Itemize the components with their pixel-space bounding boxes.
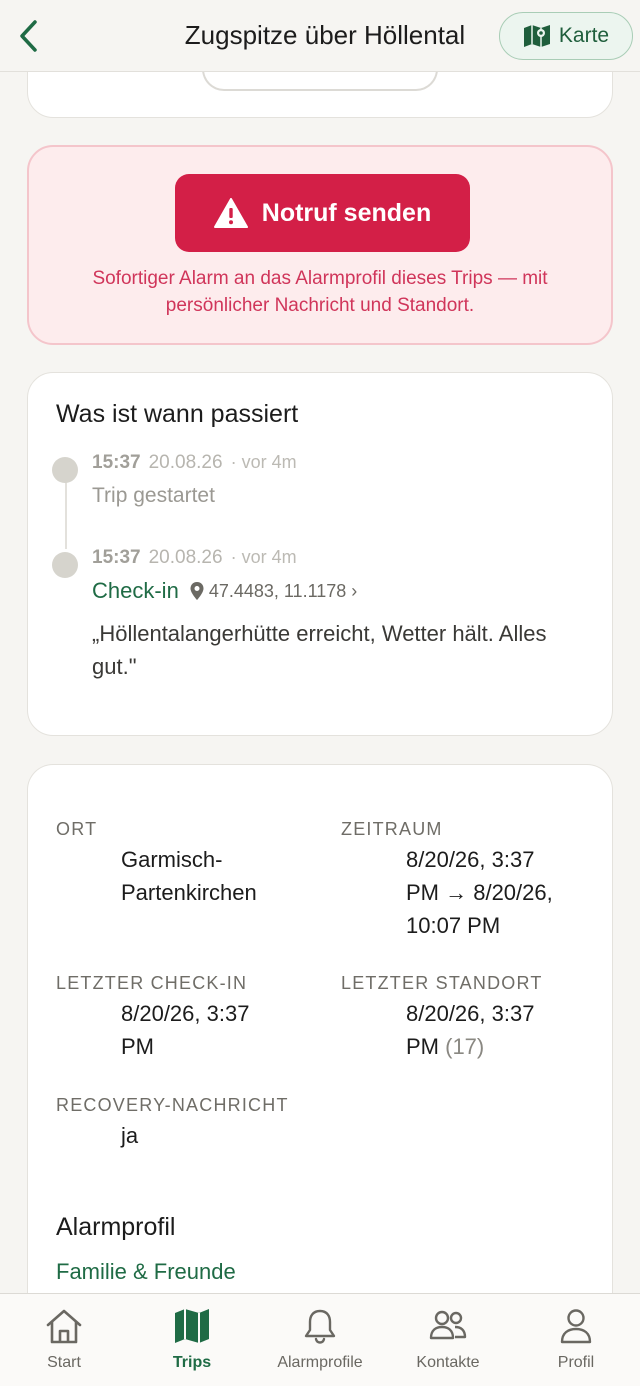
detail-value-line: 8/20/26, 3:37: [406, 1001, 535, 1026]
detail-label: RECOVERY-NACHRICHT: [56, 1095, 289, 1115]
event-text: Trip gestartet: [92, 484, 215, 507]
event-type: Check-in: [92, 578, 179, 603]
checkin-message: „Höllentalangerhütte erreicht, Wetter hä…: [92, 621, 547, 679]
event-meta: 15:37 20.08.26 · vor 4m: [92, 547, 297, 569]
detail-value: 8/20/26, 3:37 PM: [121, 997, 249, 1063]
bell-icon: [304, 1309, 336, 1344]
event-ago: · vor 4m: [230, 452, 297, 472]
tab-start[interactable]: Start: [0, 1308, 128, 1372]
detail-value: Garmisch- Partenkirchen: [121, 843, 257, 909]
alarm-profile-title: Alarmprofil: [56, 1213, 176, 1241]
emergency-call-button[interactable]: Notruf senden: [175, 174, 470, 252]
events-card: Was ist wann passiert 15:37 20.08.26 · vor…: [27, 372, 613, 736]
tab-label: Alarmprofile: [277, 1354, 363, 1371]
emergency-card: Notruf senden Sofortiger Alarm an das Al…: [27, 145, 613, 345]
map-button[interactable]: Karte: [499, 12, 633, 60]
people-icon: [429, 1310, 467, 1340]
detail-value-text: PM: [406, 1034, 439, 1059]
detail-value-line: 10:07 PM: [406, 913, 501, 938]
alarm-profile-link[interactable]: Familie & Freunde: [56, 1259, 236, 1285]
timeline-dot: [52, 457, 78, 483]
map-icon: [175, 1309, 209, 1343]
detail-value-line: PM → 8/20/26,: [406, 880, 553, 905]
detail-value: 8/20/26, 3:37 PM (17): [406, 997, 534, 1063]
event-date: 20.08.26: [148, 452, 223, 473]
location-pin-icon: [190, 582, 204, 600]
map-button-label: Karte: [558, 24, 610, 47]
tab-label: Profil: [557, 1354, 595, 1371]
detail-value-line: 8/20/26, 3:37: [121, 1001, 250, 1026]
detail-value-line: Garmisch-: [121, 847, 223, 872]
detail-value: 8/20/26, 3:37 PM → 8/20/26, 10:07 PM: [406, 843, 553, 942]
map-icon: [523, 25, 550, 47]
detail-label: ZEITRAUM: [341, 819, 443, 839]
detail-label: ORT: [56, 819, 98, 839]
detail-value-line: Partenkirchen: [121, 880, 257, 905]
detail-value-line: PM (17): [406, 1030, 534, 1063]
emergency-note: Sofortiger Alarm an das Alarmprofil dies…: [92, 268, 548, 316]
event-meta: 15:37 20.08.26 · vor 4m: [92, 452, 297, 474]
trip-detail-scroll[interactable]: Notruf senden Sofortiger Alarm an das Al…: [0, 72, 640, 1293]
detail-value: ja: [121, 1123, 139, 1148]
details-card: ORT Garmisch- Partenkirchen ZEITRAUM 8/2…: [27, 764, 613, 1293]
event-ago: · vor 4m: [230, 547, 297, 567]
warning-icon: [213, 198, 248, 228]
emergency-call-label: Notruf senden: [261, 198, 432, 227]
detail-value-line: 8/20/26, 3:37: [406, 847, 535, 872]
event-date: 20.08.26: [148, 547, 223, 568]
tab-alarmprofile[interactable]: Alarmprofile: [256, 1308, 384, 1372]
detail-value-line: PM: [121, 1034, 154, 1059]
previous-card-button[interactable]: [202, 72, 438, 91]
previous-card: [27, 72, 613, 118]
top-bar: Zugspitze über Höllental Karte: [0, 0, 640, 72]
home-icon: [46, 1309, 82, 1344]
person-icon: [560, 1309, 592, 1344]
timeline-dot: [52, 552, 78, 578]
tab-kontakte[interactable]: Kontakte: [384, 1308, 512, 1372]
tab-trips[interactable]: Trips: [128, 1308, 256, 1372]
tab-label: Trips: [172, 1354, 212, 1371]
tab-label: Start: [47, 1354, 81, 1371]
tab-bar: Start Trips Alarmprofile Kontakte Profil: [0, 1293, 640, 1386]
tab-profil[interactable]: Profil: [512, 1308, 640, 1372]
timeline-line: [65, 481, 67, 549]
events-title: Was ist wann passiert: [56, 400, 299, 428]
checkin-row: Check-in 47.4483, 11.1178 ›: [92, 578, 357, 604]
detail-label: LETZTER CHECK-IN: [56, 973, 248, 993]
tab-label: Kontakte: [416, 1354, 480, 1371]
location-coords: 47.4483, 11.1178 ›: [208, 580, 358, 601]
location-link[interactable]: 47.4483, 11.1178 ›: [189, 581, 357, 602]
detail-label: LETZTER STANDORT: [341, 973, 543, 993]
event-time: 15:37: [92, 452, 141, 473]
event-time: 15:37: [92, 547, 141, 568]
location-count: (17): [445, 1034, 485, 1059]
